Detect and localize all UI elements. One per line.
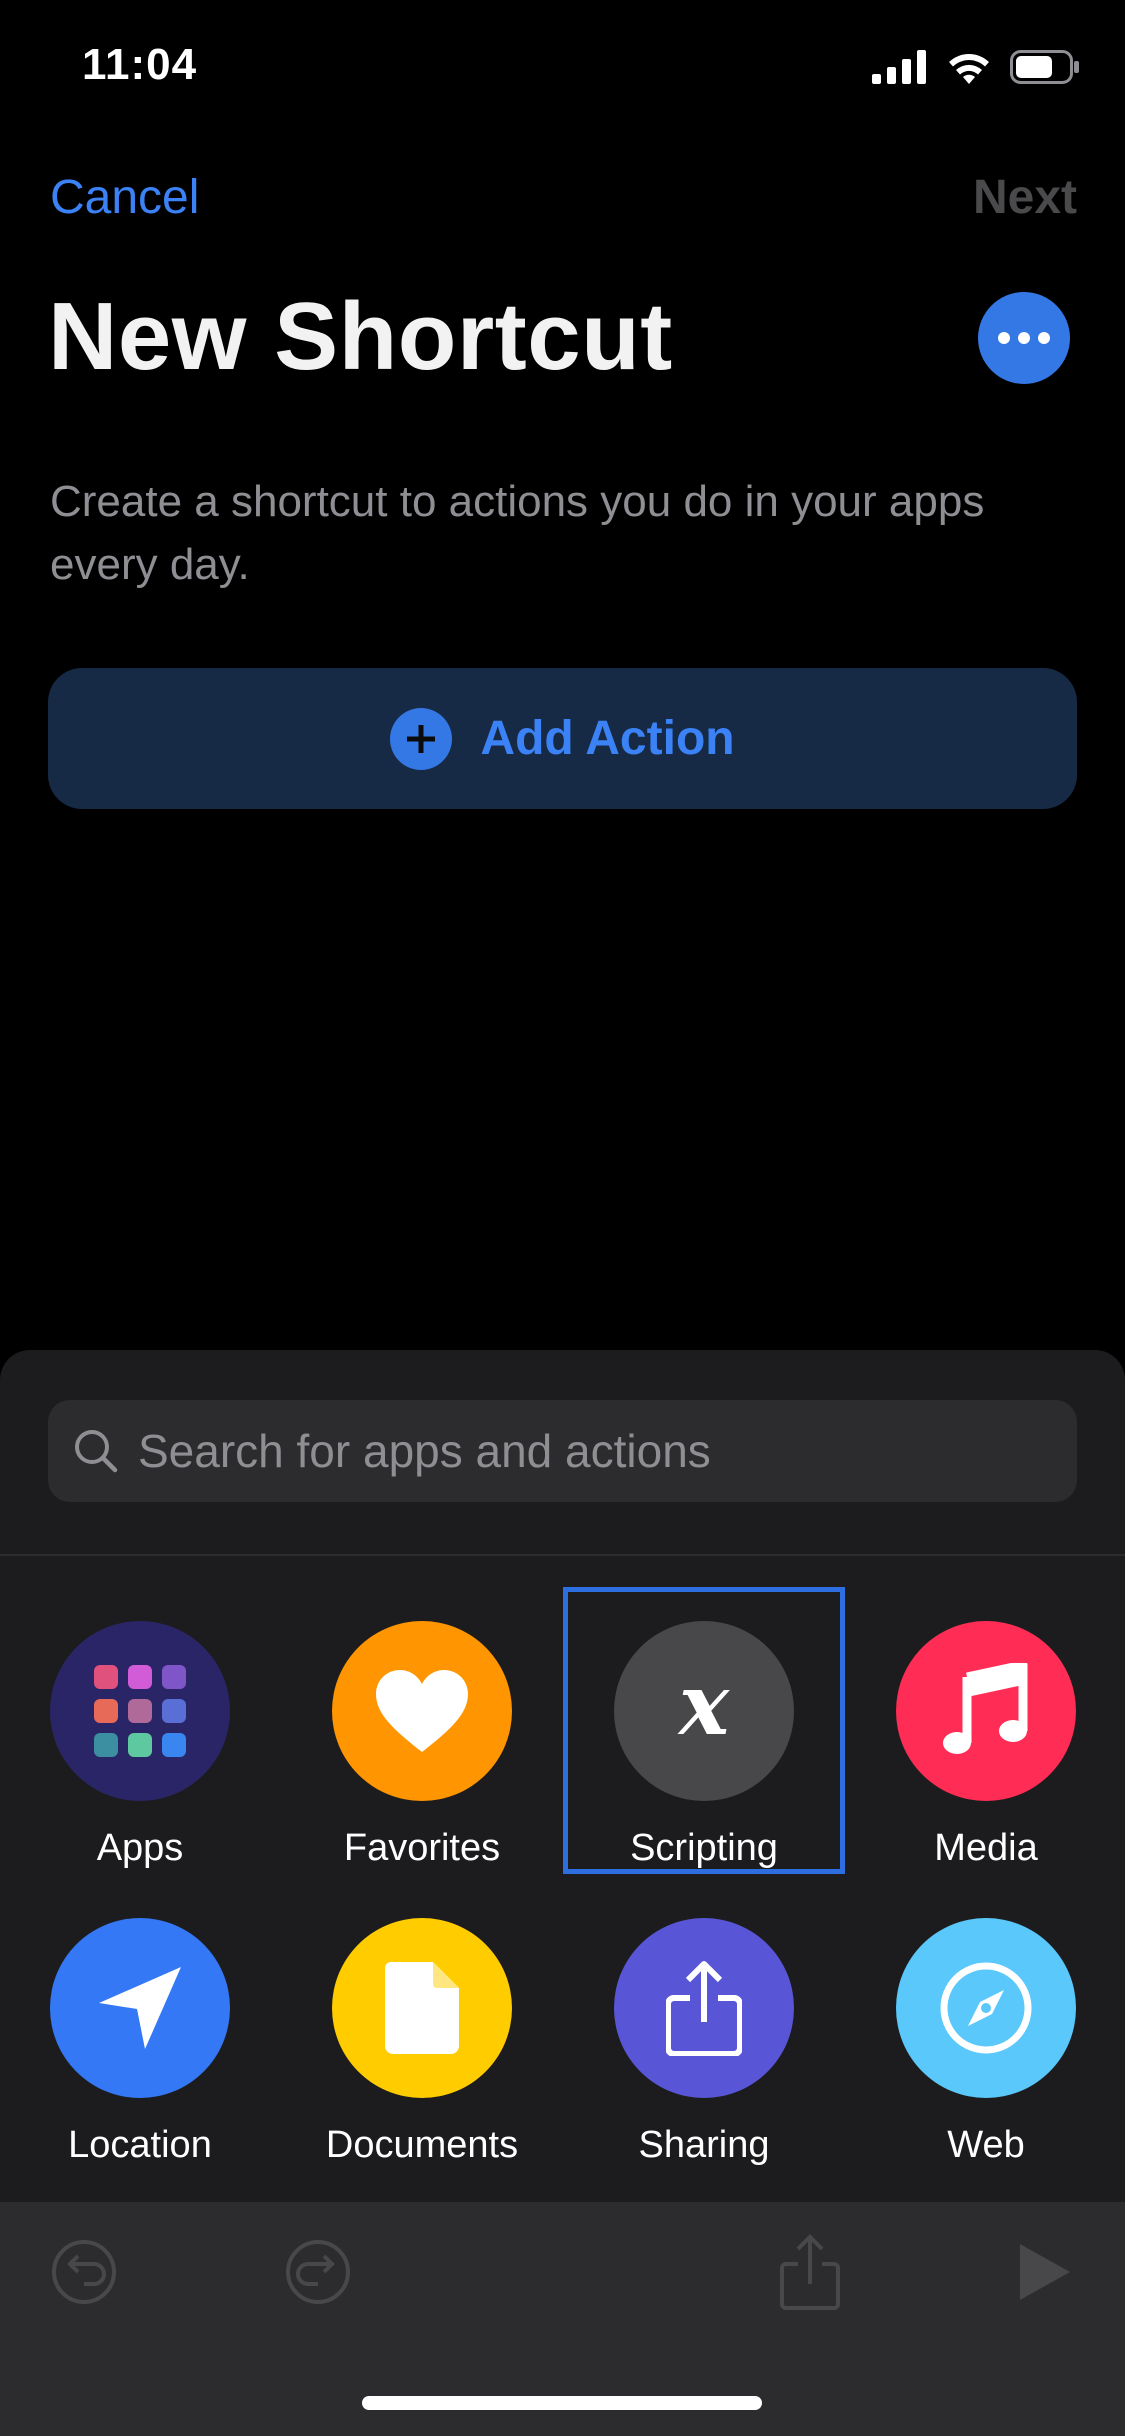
category-documents[interactable]: Documents — [282, 1887, 562, 2167]
category-label: Web — [947, 2124, 1025, 2166]
home-indicator — [362, 2396, 762, 2410]
page-title: New Shortcut — [48, 283, 673, 390]
music-note-icon — [896, 1621, 1076, 1801]
apps-grid-icon — [50, 1621, 230, 1801]
sheet-divider — [0, 1554, 1125, 1556]
undo-icon — [52, 2240, 116, 2304]
cancel-button[interactable]: Cancel — [50, 170, 199, 225]
share-button[interactable] — [770, 2232, 850, 2312]
category-label: Documents — [325, 2124, 519, 2166]
run-button[interactable] — [1004, 2232, 1084, 2312]
search-bar[interactable] — [48, 1400, 1077, 1502]
search-icon — [75, 1430, 118, 1473]
more-icon-dot — [1018, 332, 1030, 344]
more-options-button[interactable] — [978, 292, 1070, 384]
wifi-icon — [949, 54, 989, 84]
share-icon — [780, 2234, 840, 2310]
location-arrow-icon — [50, 1918, 230, 2098]
more-icon — [998, 332, 1010, 344]
battery-icon — [1010, 50, 1079, 84]
category-label: Media — [934, 1827, 1038, 1869]
undo-button[interactable] — [44, 2232, 124, 2312]
redo-icon — [286, 2240, 350, 2304]
more-icon-dot — [1038, 332, 1050, 344]
category-favorites[interactable]: Favorites — [282, 1590, 562, 1870]
category-media[interactable]: Media — [846, 1590, 1125, 1870]
shortcut-description: Create a shortcut to actions you do in y… — [50, 477, 985, 589]
category-sharing[interactable]: Sharing — [564, 1887, 844, 2167]
plus-circle-icon — [390, 707, 453, 770]
status-time: 11:04 — [82, 40, 198, 89]
heart-icon — [332, 1621, 512, 1801]
search-input[interactable] — [136, 1423, 1077, 1479]
selection-highlight — [563, 1587, 845, 1874]
share-icon — [614, 1918, 794, 2098]
document-icon — [332, 1918, 512, 2098]
add-action-button[interactable]: Add Action — [48, 668, 1077, 809]
play-icon — [1020, 2244, 1070, 2300]
category-apps[interactable]: Apps — [0, 1590, 280, 1870]
category-label: Sharing — [638, 2124, 770, 2166]
category-label: Location — [68, 2124, 212, 2166]
category-web[interactable]: Web — [846, 1887, 1125, 2167]
category-location[interactable]: Location — [0, 1887, 280, 2167]
status-icons — [872, 50, 1080, 84]
compass-icon — [896, 1918, 1076, 2098]
cellular-signal-icon — [872, 50, 926, 84]
redo-button[interactable] — [278, 2232, 358, 2312]
next-button[interactable]: Next — [973, 170, 1077, 225]
screen: 11:04 Cancel Next New Shortcut Create a … — [0, 0, 1125, 2436]
category-label: Apps — [96, 1827, 184, 1869]
add-action-label: Add Action — [480, 712, 735, 765]
category-label: Favorites — [343, 1827, 501, 1869]
